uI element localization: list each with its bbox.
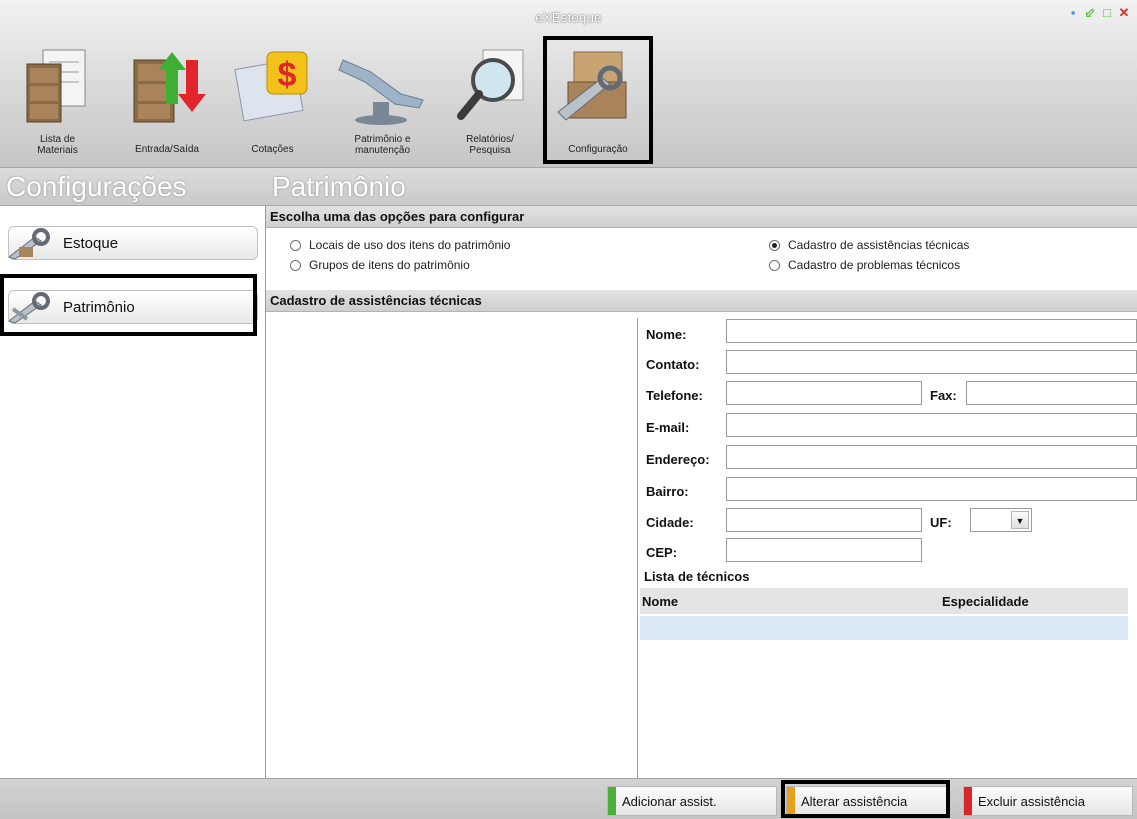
uf-select[interactable]: ▼ — [970, 508, 1032, 532]
tool-label-line1: Patrimônio e — [354, 134, 411, 145]
radio-label: Cadastro de assistências técnicas — [788, 238, 970, 252]
add-stripe — [608, 787, 616, 815]
chevron-down-icon[interactable]: ▼ — [1011, 511, 1029, 529]
label-bairro: Bairro: — [646, 484, 689, 499]
label-nome: Nome: — [646, 327, 687, 342]
radio-button-selected[interactable] — [769, 239, 780, 251]
label-email: E-mail: — [646, 420, 690, 435]
tool-label-line2: Materiais — [37, 145, 78, 156]
dental-chair-icon — [337, 59, 424, 125]
label-fax: Fax: — [930, 388, 957, 403]
assistencias-list[interactable] — [266, 318, 638, 778]
section-title-patrimonio: Patrimônio — [272, 171, 406, 202]
app-title: eXEstoque — [535, 10, 602, 25]
radio-button[interactable] — [769, 259, 780, 271]
label-telefone: Telefone: — [646, 388, 703, 403]
minimize-icon[interactable]: ▪ — [1066, 6, 1080, 20]
contato-field[interactable] — [726, 350, 1137, 374]
tool-label-line1: Lista de — [39, 134, 76, 145]
tool-entrada-saida[interactable]: Entrada/Saída — [117, 42, 217, 160]
tool-label-line2: Pesquisa — [469, 145, 511, 156]
highlight-box-configuracao — [543, 36, 653, 164]
wrench-icon — [7, 228, 50, 260]
technicians-table-header: Nome Especialidade — [640, 588, 1128, 614]
radio-button[interactable] — [290, 239, 301, 251]
sidebar-item-estoque[interactable]: Estoque — [7, 226, 258, 260]
technicians-title: Lista de técnicos — [644, 569, 750, 584]
tool-cotacoes[interactable]: $ Cotações — [230, 42, 315, 160]
bairro-field[interactable] — [726, 477, 1137, 501]
column-header-especialidade: Especialidade — [942, 594, 1029, 609]
email-field[interactable] — [726, 413, 1137, 437]
options-header: Escolha uma das opções para configurar — [266, 206, 1137, 228]
close-icon[interactable]: ✕ — [1117, 6, 1131, 20]
dollar-folder-icon: $ — [233, 51, 307, 122]
add-assistance-button[interactable]: Adicionar assist. — [607, 786, 777, 816]
column-header-nome: Nome — [642, 594, 679, 609]
restore-icon[interactable]: ⬃ — [1083, 6, 1097, 20]
tool-label-line1: Entrada/Saída — [135, 144, 199, 155]
sidebar-item-label: Estoque — [63, 235, 119, 252]
nome-field[interactable] — [726, 319, 1137, 343]
cabinet-list-icon — [26, 49, 85, 123]
radio-cadastro-problemas[interactable]: Cadastro de problemas técnicos — [769, 258, 960, 272]
telefone-field[interactable] — [726, 381, 922, 405]
window-controls: ▪ ⬃ □ ✕ — [1066, 6, 1131, 20]
cep-field[interactable] — [726, 538, 922, 562]
endereco-field[interactable] — [726, 445, 1137, 469]
radio-button[interactable] — [290, 259, 301, 271]
tool-label-line1: Relatórios/ — [466, 134, 514, 145]
delete-button-label: Excluir assistência — [978, 794, 1085, 809]
tool-lista-materiais[interactable]: Lista de Materiais — [10, 42, 105, 160]
svg-text:$: $ — [277, 56, 296, 94]
radio-grupos-itens[interactable]: Grupos de itens do patrimônio — [290, 258, 470, 272]
toolbar: eXEstoque ▪ ⬃ □ ✕ Lista de Materiais Entr… — [0, 0, 1137, 168]
label-endereco: Endereço: — [646, 452, 710, 467]
tool-patrimonio-manutencao[interactable]: Patrimônio e manutenção — [330, 42, 435, 160]
add-button-label: Adicionar assist. — [622, 794, 717, 809]
tool-relatorios-pesquisa[interactable]: Relatórios/Pesquisa — [445, 42, 535, 160]
highlight-box-alterar — [781, 780, 950, 818]
magnifier-icon — [457, 49, 524, 120]
section-title-configuracoes: Configurações — [6, 171, 187, 202]
table-row[interactable] — [640, 616, 1128, 640]
label-cidade: Cidade: — [646, 515, 694, 530]
radio-label: Grupos de itens do patrimônio — [309, 258, 470, 272]
form-header: Cadastro de assistências técnicas — [266, 290, 1137, 312]
tool-label-line2: manutenção — [354, 145, 411, 156]
delete-assistance-button[interactable]: Excluir assistência — [963, 786, 1133, 816]
label-contato: Contato: — [646, 357, 700, 372]
fax-field[interactable] — [966, 381, 1137, 405]
label-uf: UF: — [930, 515, 952, 530]
radio-label: Cadastro de problemas técnicos — [788, 258, 961, 272]
maximize-icon[interactable]: □ — [1100, 6, 1114, 20]
delete-stripe — [964, 787, 972, 815]
section-header: Configurações Patrimônio — [0, 168, 1137, 206]
cidade-field[interactable] — [726, 508, 922, 532]
highlight-box-patrimonio — [0, 274, 257, 336]
radio-locais-uso[interactable]: Locais de uso dos itens do patrimônio — [290, 238, 510, 252]
in-out-arrows-icon — [133, 52, 206, 123]
label-cep: CEP: — [646, 545, 678, 560]
radio-label: Locais de uso dos itens do patrimônio — [309, 238, 511, 252]
radio-cadastro-assistencias[interactable]: Cadastro de assistências técnicas — [769, 238, 969, 252]
tool-label-line1: Cotações — [251, 144, 294, 155]
